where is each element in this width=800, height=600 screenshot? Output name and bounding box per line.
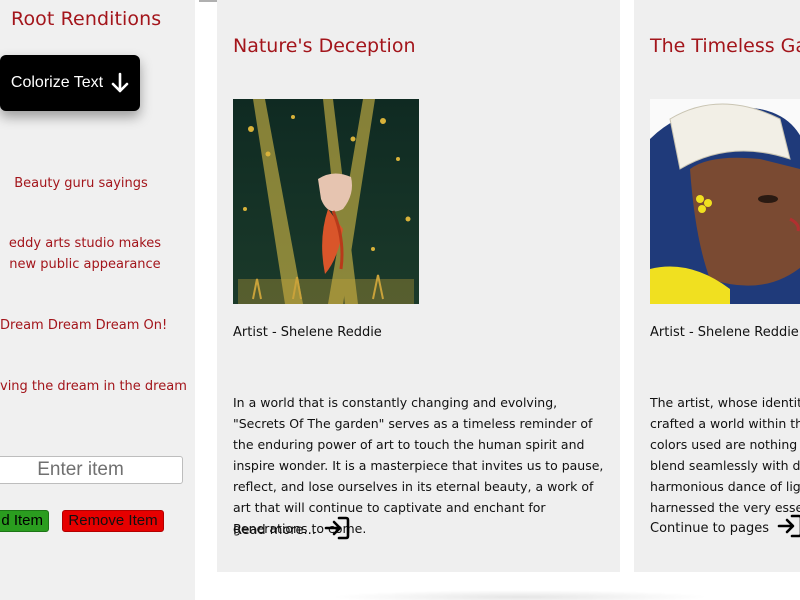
read-more-link[interactable]: Read more...: [233, 516, 350, 544]
artist-credit: Artist - Shelene Reddie: [233, 325, 382, 340]
artwork-image[interactable]: [233, 99, 419, 304]
artwork-image[interactable]: [650, 99, 800, 304]
enter-item-input[interactable]: [0, 456, 183, 484]
sign-in-arrow-icon: [777, 514, 800, 542]
footer-shadow: [330, 590, 710, 600]
description-line: crafted a world within th: [650, 416, 800, 431]
card-title[interactable]: The Timeless Gal: [650, 35, 800, 57]
sidebar: Root Renditions Colorize Text Beauty gur…: [0, 0, 195, 600]
sign-in-arrow-icon: [324, 516, 350, 544]
card-description: The artist, whose identity crafted a wor…: [650, 392, 800, 518]
artist-credit: Artist - Shelene Reddie: [650, 325, 799, 340]
article-card: Nature's Deception Artist - Shelene Redd…: [217, 0, 620, 572]
description-line: blend seamlessly with de: [650, 458, 800, 473]
add-item-button[interactable]: d Item: [0, 510, 49, 532]
sidebar-link-beauty-guru[interactable]: Beauty guru sayings: [0, 173, 162, 194]
remove-item-button[interactable]: Remove Item: [62, 510, 164, 532]
arrow-down-icon: [111, 72, 129, 94]
description-line: The artist, whose identity: [650, 395, 800, 410]
card-title[interactable]: Nature's Deception: [233, 35, 416, 57]
article-card: The Timeless Gal Artist - Shelene Reddie…: [634, 0, 800, 572]
sidebar-link-dream-on[interactable]: Dream Dream Dream On!: [0, 315, 167, 336]
read-more-label: Read more...: [233, 522, 316, 538]
continue-label: Continue to pages: [650, 520, 770, 536]
sidebar-link-dream-in-dream[interactable]: ving the dream in the dream: [0, 376, 187, 397]
colorize-text-button[interactable]: Colorize Text: [0, 55, 140, 111]
sidebar-link-studio-appearance[interactable]: eddy arts studio makes new public appear…: [0, 233, 172, 275]
colorize-text-label: Colorize Text: [10, 74, 104, 91]
site-title: Root Renditions: [11, 8, 162, 30]
description-line: colors used are nothing s: [650, 437, 800, 452]
description-line: harmonious dance of lig: [650, 479, 800, 494]
continue-to-pages-link[interactable]: Continue to pages: [650, 514, 800, 542]
